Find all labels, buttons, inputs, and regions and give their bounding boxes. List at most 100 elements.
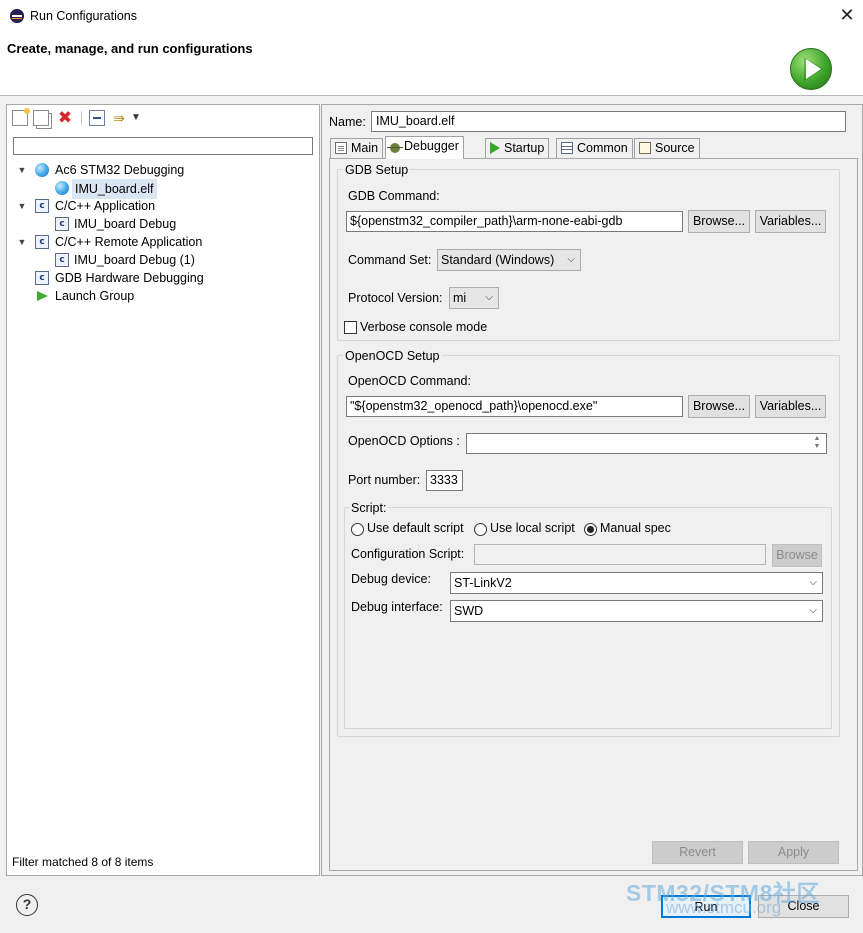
c-config-icon: c [35,199,49,213]
openocd-options-label: OpenOCD Options : [348,434,460,448]
close-button[interactable]: Close [758,895,849,918]
duplicate-configuration-icon[interactable] [33,110,49,126]
radio-local-script[interactable] [474,523,487,536]
radio-manual-spec-label: Manual spec [600,521,671,535]
c-config-icon: c [55,217,69,231]
globe-icon [55,181,69,195]
verbose-console-checkbox[interactable] [344,321,357,334]
verbose-console-label: Verbose console mode [360,320,488,334]
radio-default-script[interactable] [351,523,364,536]
collapse-all-icon[interactable] [89,110,105,126]
openocd-variables-button[interactable]: Variables... [755,395,826,418]
gdb-variables-button[interactable]: Variables... [755,210,826,233]
options-scroll-icon[interactable]: ▲ ▼ [812,435,822,452]
command-set-select[interactable]: Standard (Windows) ⌵ [437,249,581,271]
tree-item-label: Ac6 STM32 Debugging [55,163,185,177]
port-number-label: Port number: [348,473,421,487]
tree-item-launch-group[interactable]: Launch Group [17,287,317,305]
source-icon [639,142,651,154]
help-icon[interactable]: ? [16,894,38,916]
filter-icon[interactable]: ⇛ [111,110,127,126]
command-set-value: Standard (Windows) [441,253,555,267]
window-close-button[interactable]: ✕ [836,4,858,26]
tree-item-imu-board-debug[interactable]: c IMU_board Debug [17,215,317,233]
gdb-command-label: GDB Command: [348,189,440,203]
filter-input[interactable] [13,137,313,155]
debugger-tab-content: GDB Setup GDB Command: ${openstm32_compi… [329,158,858,871]
tree-item-cpp-application[interactable]: ▼ c C/C++ Application [17,197,317,215]
tree-item-imu-board-debug-1[interactable]: c IMU_board Debug (1) [17,251,317,269]
chevron-down-icon[interactable]: ▼ [17,161,27,179]
tab-label: Debugger [404,139,459,153]
configuration-script-input[interactable] [474,544,766,565]
tree-item-gdb-hardware-debugging[interactable]: c GDB Hardware Debugging [17,269,317,287]
debug-device-select[interactable]: ST-LinkV2 ⌵ [450,572,823,594]
tab-startup[interactable]: Startup [485,138,550,158]
tab-label: Startup [504,141,545,155]
protocol-version-label: Protocol Version: [348,291,443,305]
run-banner-icon [790,48,832,90]
globe-icon [35,163,49,177]
tab-main[interactable]: Main [330,138,384,158]
debug-interface-label: Debug interface: [351,600,443,614]
tree-item-label: Launch Group [55,289,135,303]
radio-manual-spec[interactable] [584,523,597,536]
title-bar: Run Configurations ✕ [0,0,863,32]
gdb-browse-button[interactable]: Browse... [688,210,750,233]
gdb-command-input[interactable]: ${openstm32_compiler_path}\arm-none-eabi… [346,211,683,232]
openocd-setup-legend: OpenOCD Setup [343,349,442,363]
name-input[interactable]: IMU_board.elf [371,111,846,132]
debug-device-value: ST-LinkV2 [454,576,512,590]
protocol-version-value: mi [453,291,467,305]
play-icon [490,142,500,154]
debug-interface-value: SWD [454,604,484,618]
openocd-browse-button[interactable]: Browse... [688,395,750,418]
chevron-down-icon: ⌵ [809,577,817,588]
chevron-down-icon[interactable]: ▼ [17,197,27,215]
delete-configuration-icon[interactable]: ✖ [57,109,73,126]
toolbar-separator [81,111,82,125]
openocd-command-input[interactable]: "${openstm32_openocd_path}\openocd.exe" [346,396,683,417]
configuration-script-browse-button[interactable]: Browse [772,544,822,567]
protocol-version-select[interactable]: mi ⌵ [449,287,499,309]
command-set-label: Command Set: [348,253,432,267]
configuration-editor-panel: Name: IMU_board.elf Main Debugger Startu… [321,104,863,876]
tab-source[interactable]: Source [634,138,700,158]
tab-debugger[interactable]: Debugger [385,136,464,159]
tree-item-label: C/C++ Remote Application [55,235,203,249]
common-tab-icon [561,142,573,154]
new-configuration-icon[interactable] [12,108,30,126]
script-legend: Script: [349,501,389,515]
tab-label: Common [577,141,628,155]
port-number-input[interactable]: 3333 [426,470,463,491]
revert-button[interactable]: Revert [652,841,743,864]
tab-common[interactable]: Common [556,138,633,158]
apply-button[interactable]: Apply [748,841,839,864]
dialog-heading: Create, manage, and run configurations [7,41,253,56]
c-config-icon: c [35,271,49,285]
launch-group-icon [37,291,48,301]
tree-item-cpp-remote-application[interactable]: ▼ c C/C++ Remote Application [17,233,317,251]
eclipse-icon [10,9,24,23]
configuration-script-label: Configuration Script: [351,547,465,561]
tree-item-imu-board-elf[interactable]: IMU_board.elf [17,179,317,199]
dialog-header: Create, manage, and run configurations [0,32,863,96]
view-menu-chevron-icon[interactable]: ▼ [131,110,141,126]
tab-label: Main [351,141,379,155]
filter-status-text: Filter matched 8 of 8 items [12,855,154,869]
c-config-icon: c [35,235,49,249]
run-button[interactable]: Run [661,895,751,918]
openocd-options-input[interactable] [466,433,827,454]
chevron-down-icon: ⌵ [809,605,817,616]
tree-item-label: IMU_board.elf [72,179,157,199]
debug-interface-select[interactable]: SWD ⌵ [450,600,823,622]
chevron-down-icon: ⌵ [567,254,575,265]
window-title: Run Configurations [30,9,138,23]
tree-item-ac6-stm32-debugging[interactable]: ▼ Ac6 STM32 Debugging [17,161,317,179]
c-config-icon: c [55,253,69,267]
radio-default-script-label: Use default script [367,521,464,535]
tree-item-label: IMU_board Debug [74,217,177,231]
chevron-down-icon[interactable]: ▼ [17,233,27,251]
tab-label: Source [655,141,695,155]
name-label: Name: [329,115,366,129]
